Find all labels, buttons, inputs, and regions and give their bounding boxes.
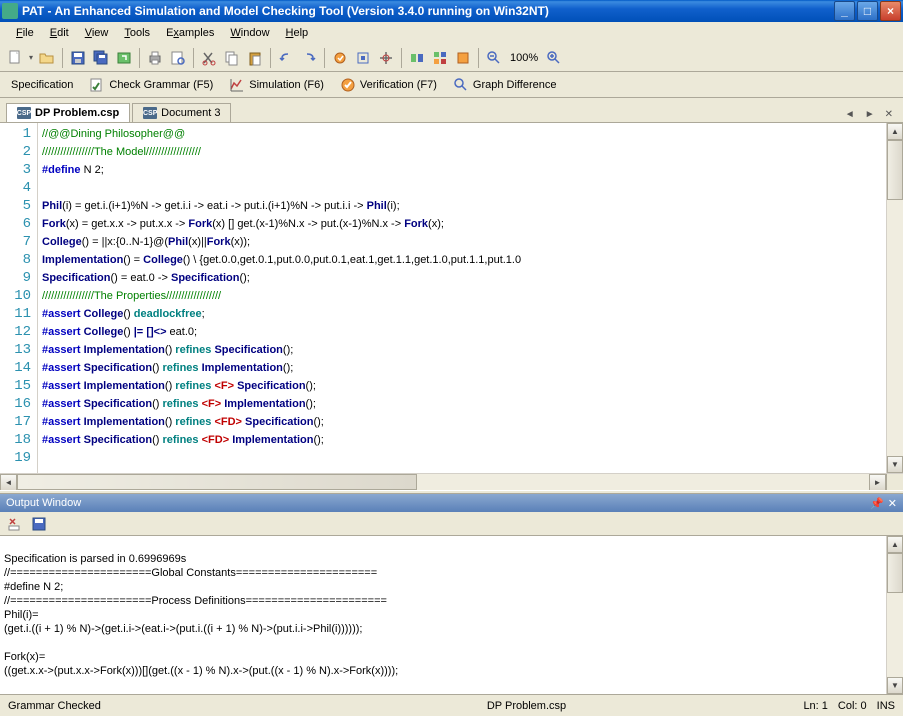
zoom-out-button[interactable] bbox=[483, 47, 505, 69]
print-button[interactable] bbox=[144, 47, 166, 69]
scroll-thumb-h[interactable] bbox=[17, 474, 417, 490]
new-dropdown[interactable]: ▾ bbox=[27, 53, 35, 62]
output-save-button[interactable] bbox=[28, 513, 50, 535]
tab-document-3[interactable]: CSPDocument 3 bbox=[132, 103, 231, 122]
menu-view[interactable]: View bbox=[77, 25, 117, 41]
csp-file-icon: CSP bbox=[143, 107, 157, 119]
save-button[interactable] bbox=[67, 47, 89, 69]
menu-window[interactable]: Window bbox=[222, 25, 277, 41]
graph-diff-button[interactable]: Graph Difference bbox=[446, 74, 564, 96]
status-ins: INS bbox=[877, 700, 895, 712]
menu-examples[interactable]: Examples bbox=[158, 25, 222, 41]
status-col: Col: 0 bbox=[838, 700, 867, 712]
scroll-track[interactable] bbox=[887, 200, 903, 456]
menu-tools[interactable]: Tools bbox=[116, 25, 158, 41]
minimize-button[interactable]: _ bbox=[834, 1, 855, 21]
menu-edit[interactable]: Edit bbox=[42, 25, 77, 41]
output-panel: Specification is parsed in 0.6996969s//=… bbox=[0, 536, 903, 694]
csp-file-icon: CSP bbox=[17, 107, 31, 119]
tab-next-button[interactable]: ► bbox=[861, 107, 879, 122]
tab-dp-problem[interactable]: CSPDP Problem.csp bbox=[6, 103, 130, 122]
titlebar: PAT - An Enhanced Simulation and Model C… bbox=[0, 0, 903, 22]
tab-prev-button[interactable]: ◄ bbox=[841, 107, 859, 122]
paste-button[interactable] bbox=[244, 47, 266, 69]
redo-button[interactable] bbox=[298, 47, 320, 69]
tool-c-button[interactable] bbox=[375, 47, 397, 69]
statusbar: Grammar Checked DP Problem.csp Ln: 1 Col… bbox=[0, 694, 903, 716]
simulation-button[interactable]: Simulation (F6) bbox=[222, 74, 331, 96]
check-grammar-button[interactable]: Check Grammar (F5) bbox=[82, 74, 220, 96]
output-clear-button[interactable] bbox=[4, 513, 26, 535]
code-area[interactable]: //@@Dining Philosopher@@////////////////… bbox=[38, 123, 886, 473]
menu-help[interactable]: Help bbox=[278, 25, 317, 41]
status-message: Grammar Checked bbox=[8, 700, 308, 712]
code-editor[interactable]: 12345678910111213141516171819 //@@Dining… bbox=[0, 122, 903, 473]
window-title: PAT - An Enhanced Simulation and Model C… bbox=[22, 4, 832, 18]
undo-button[interactable] bbox=[275, 47, 297, 69]
output-pin-button[interactable]: 📌 bbox=[870, 497, 884, 510]
status-filename: DP Problem.csp bbox=[308, 700, 745, 712]
menubar: File Edit View Tools Examples Window Hel… bbox=[0, 22, 903, 44]
cut-button[interactable] bbox=[198, 47, 220, 69]
zoom-in-button[interactable] bbox=[543, 47, 565, 69]
line-gutter: 12345678910111213141516171819 bbox=[0, 123, 38, 473]
tabbar: CSPDP Problem.csp CSPDocument 3 ◄ ► ✕ bbox=[0, 98, 903, 122]
tool-f-button[interactable] bbox=[452, 47, 474, 69]
copy-button[interactable] bbox=[221, 47, 243, 69]
output-text[interactable]: Specification is parsed in 0.6996969s//=… bbox=[0, 536, 886, 694]
app-icon bbox=[2, 3, 18, 19]
output-title-text: Output Window bbox=[6, 497, 81, 509]
scroll-left-button[interactable]: ◄ bbox=[0, 474, 17, 491]
horizontal-scrollbar[interactable]: ◄ ► bbox=[0, 473, 903, 490]
tool-a-button[interactable] bbox=[329, 47, 351, 69]
scroll-thumb[interactable] bbox=[887, 553, 903, 593]
export-button[interactable] bbox=[113, 47, 135, 69]
toolbar-secondary: Specification Check Grammar (F5) Simulat… bbox=[0, 72, 903, 98]
save-all-button[interactable] bbox=[90, 47, 112, 69]
scroll-track[interactable] bbox=[887, 593, 903, 677]
tool-e-button[interactable] bbox=[429, 47, 451, 69]
close-button[interactable]: × bbox=[880, 1, 901, 21]
output-close-button[interactable]: ✕ bbox=[888, 497, 897, 510]
output-scrollbar[interactable]: ▲ ▼ bbox=[886, 536, 903, 694]
output-titlebar: Output Window 📌 ✕ bbox=[0, 494, 903, 512]
scroll-down-button[interactable]: ▼ bbox=[887, 456, 903, 473]
scroll-track-h[interactable] bbox=[417, 474, 869, 490]
tool-d-button[interactable] bbox=[406, 47, 428, 69]
open-button[interactable] bbox=[36, 47, 58, 69]
toolbar-main: ▾ 100% bbox=[0, 44, 903, 72]
output-toolbar bbox=[0, 512, 903, 536]
menu-file[interactable]: File bbox=[8, 25, 42, 41]
scroll-up-button[interactable]: ▲ bbox=[887, 123, 903, 140]
verification-button[interactable]: Verification (F7) bbox=[333, 74, 444, 96]
vertical-scrollbar[interactable]: ▲ ▼ bbox=[886, 123, 903, 473]
scroll-right-button[interactable]: ► bbox=[869, 474, 886, 491]
status-line: Ln: 1 bbox=[803, 700, 827, 712]
tool-b-button[interactable] bbox=[352, 47, 374, 69]
scroll-down-button[interactable]: ▼ bbox=[887, 677, 903, 694]
scroll-thumb[interactable] bbox=[887, 140, 903, 200]
zoom-level[interactable]: 100% bbox=[506, 52, 542, 64]
scroll-up-button[interactable]: ▲ bbox=[887, 536, 903, 553]
tab-nav: ◄ ► ✕ bbox=[841, 107, 897, 122]
spec-dropdown[interactable]: Specification bbox=[4, 76, 80, 94]
maximize-button[interactable]: □ bbox=[857, 1, 878, 21]
scroll-corner bbox=[886, 474, 903, 490]
print-preview-button[interactable] bbox=[167, 47, 189, 69]
new-button[interactable] bbox=[4, 47, 26, 69]
tab-close-button[interactable]: ✕ bbox=[881, 107, 897, 122]
